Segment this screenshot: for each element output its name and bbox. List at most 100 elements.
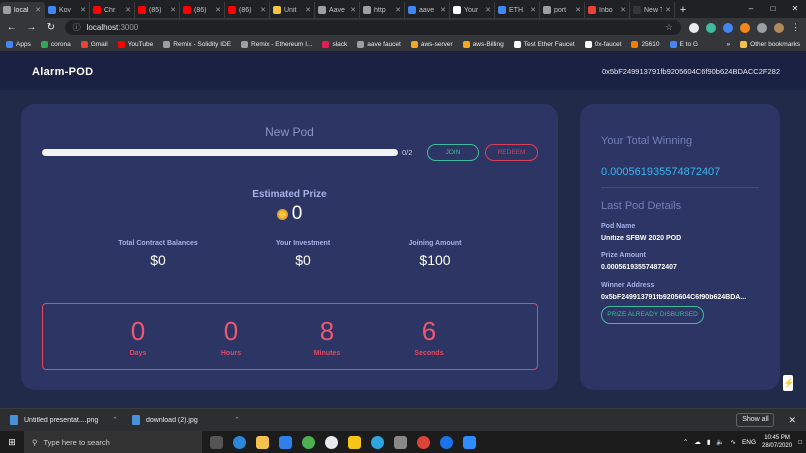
chevron-up-icon[interactable]: ⌃ (112, 416, 118, 424)
bookmark-item[interactable]: Remix - Ethereum I... (241, 40, 312, 48)
clock[interactable]: 10:45 PM 28/07/2020 (762, 434, 792, 450)
bookmarks-more-button[interactable]: » (727, 41, 731, 48)
bookmark-item[interactable]: aave faucet (357, 40, 401, 48)
close-icon[interactable]: ✕ (80, 6, 86, 14)
browser-tab[interactable]: ETH ✕ (495, 2, 540, 18)
browser-tab[interactable]: (85) ✕ (135, 2, 180, 18)
address-bar[interactable]: ⓘ localhost:3000 ☆ (64, 20, 681, 35)
wifi-icon[interactable]: ∿ (730, 438, 735, 446)
file-explorer-icon[interactable] (256, 435, 269, 449)
bookmark-item[interactable]: 0x-faucet (584, 40, 621, 48)
close-icon[interactable]: ✕ (530, 6, 536, 14)
browser-tab[interactable]: Aave ✕ (315, 2, 360, 18)
forward-icon[interactable]: → (26, 22, 38, 33)
close-icon[interactable]: ✕ (620, 6, 626, 14)
task-view-icon[interactable] (210, 435, 223, 449)
close-icon[interactable]: ✕ (35, 6, 41, 14)
browser-tab[interactable]: Your ✕ (450, 2, 495, 18)
bookmark-item[interactable]: aws-Billing (462, 40, 504, 48)
download-item[interactable]: download (2).jpg ⌃ (132, 415, 240, 425)
back-icon[interactable]: ← (6, 22, 18, 33)
puzzle-icon[interactable] (757, 22, 767, 33)
chrome-icon[interactable] (325, 435, 338, 449)
file-icon (132, 415, 140, 425)
show-all-button[interactable]: Show all (736, 413, 775, 427)
bookmark-item[interactable]: corona (40, 40, 71, 48)
close-icon[interactable]: ✕ (485, 6, 491, 14)
redeem-button[interactable]: REDEEM (485, 144, 538, 161)
download-item[interactable]: Untitled presentat....png ⌃ (10, 415, 118, 425)
bookmark-item[interactable]: Remix - Solidity IDE (163, 40, 231, 48)
info-icon[interactable]: ⓘ (73, 22, 81, 33)
vscode-icon[interactable] (279, 435, 292, 449)
menu-icon[interactable]: ⋮ (791, 22, 800, 33)
close-icon[interactable]: ✕ (125, 6, 131, 14)
close-icon[interactable]: ✕ (788, 415, 796, 426)
browser-tab[interactable]: (86) ✕ (180, 2, 225, 18)
bookmark-item[interactable]: E to G (669, 40, 698, 48)
metamask-icon[interactable] (740, 22, 750, 33)
bookmark-item[interactable]: aws-server (410, 40, 453, 48)
close-icon[interactable]: ✕ (665, 6, 671, 14)
browser-tab[interactable]: New Tab✕ (630, 2, 675, 18)
sticky-notes-icon[interactable] (348, 435, 361, 449)
bookmark-item[interactable]: Apps (6, 40, 31, 48)
avatar[interactable] (774, 22, 784, 33)
browser-tab[interactable]: local ✕ (0, 2, 45, 18)
chevron-up-icon[interactable]: ⌃ (234, 416, 240, 424)
minimize-icon[interactable]: – (740, 0, 762, 18)
coin-icon (276, 208, 288, 220)
join-button[interactable]: JOIN (427, 144, 479, 161)
battery-icon[interactable]: ▮ (707, 438, 711, 446)
chrome-icon[interactable] (302, 435, 315, 449)
mail-icon[interactable] (394, 435, 407, 449)
countdown-unit: Seconds (414, 350, 444, 357)
main-area: New Pod 0/2 JOIN REDEEM Estimated Prize … (0, 90, 806, 408)
chrome-icon[interactable] (417, 435, 430, 449)
maps-icon[interactable] (440, 435, 453, 449)
reload-icon[interactable]: ↻ (45, 22, 57, 33)
browser-tab[interactable]: Inbo ✕ (585, 2, 630, 18)
bookmark-item[interactable]: 25610 (631, 40, 660, 48)
file-icon (10, 415, 18, 425)
volume-icon[interactable]: 🔈 (716, 438, 724, 446)
close-icon[interactable]: ✕ (305, 6, 311, 14)
browser-tab[interactable]: Unit ✕ (270, 2, 315, 18)
extension-icon[interactable] (689, 22, 699, 33)
browser-tab[interactable]: port ✕ (540, 2, 585, 18)
taskbar-search[interactable]: ⚲ Type here to search (24, 431, 202, 453)
zoom-icon[interactable] (463, 435, 476, 449)
bookmark-item[interactable]: Test Ether Faucet (513, 40, 575, 48)
bookmark-item[interactable]: Gmail (80, 40, 108, 48)
close-icon[interactable]: ✕ (575, 6, 581, 14)
extension-icon[interactable] (706, 22, 716, 33)
browser-tab[interactable]: http ✕ (360, 2, 405, 18)
maximize-icon[interactable]: □ (762, 0, 784, 18)
close-icon[interactable]: ✕ (170, 6, 176, 14)
close-icon[interactable]: ✕ (784, 0, 806, 18)
windows-start-icon[interactable]: ⊞ (0, 437, 24, 448)
browser-tab[interactable]: aave ✕ (405, 2, 450, 18)
language-indicator[interactable]: ENG (742, 439, 756, 446)
bookmark-star-icon[interactable]: ☆ (665, 22, 673, 33)
bookmark-item[interactable]: YouTube (117, 40, 153, 48)
network-icon[interactable]: ☁ (694, 438, 701, 446)
edge-icon[interactable] (233, 435, 246, 449)
close-icon[interactable]: ✕ (350, 6, 356, 14)
close-icon[interactable]: ✕ (215, 6, 221, 14)
browser-tab[interactable]: Kov ✕ (45, 2, 90, 18)
close-icon[interactable]: ✕ (260, 6, 266, 14)
extension-icon[interactable] (723, 22, 733, 33)
telegram-icon[interactable] (371, 435, 384, 449)
new-tab-button[interactable]: + (675, 2, 691, 18)
bookmark-icon (40, 40, 48, 48)
browser-tab[interactable]: (86) ✕ (225, 2, 270, 18)
notification-icon[interactable]: □ (798, 439, 802, 446)
other-bookmarks[interactable]: Other bookmarks (740, 40, 800, 48)
browser-tab[interactable]: Chr ✕ (90, 2, 135, 18)
bookmark-item[interactable]: slack (322, 40, 347, 48)
close-icon[interactable]: ✕ (395, 6, 401, 14)
lightning-icon[interactable]: ⚡ (783, 375, 794, 391)
chevron-up-icon[interactable]: ⌃ (683, 438, 688, 446)
close-icon[interactable]: ✕ (440, 6, 446, 14)
